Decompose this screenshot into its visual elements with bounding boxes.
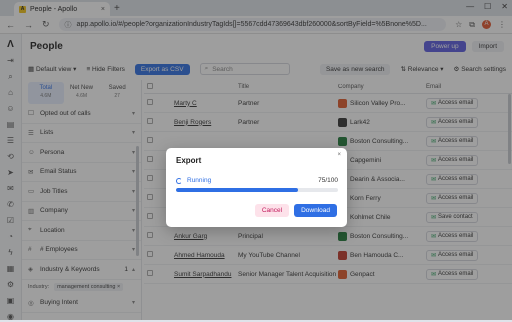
export-status: Running 75/100 bbox=[176, 177, 338, 184]
status-label: Running bbox=[187, 177, 212, 184]
progress-bar bbox=[176, 188, 338, 192]
progress-fill bbox=[176, 188, 298, 192]
cancel-button[interactable]: Cancel bbox=[254, 204, 290, 217]
dialog-actions: Cancel Download bbox=[254, 204, 337, 217]
download-button[interactable]: Download bbox=[294, 204, 337, 217]
spinner-icon bbox=[176, 177, 182, 184]
dialog-close-icon[interactable]: × bbox=[337, 152, 341, 158]
export-dialog: Export × Running 75/100 Cancel Download bbox=[166, 148, 347, 227]
dialog-title: Export bbox=[176, 156, 202, 165]
progress-count: 75/100 bbox=[318, 177, 338, 184]
